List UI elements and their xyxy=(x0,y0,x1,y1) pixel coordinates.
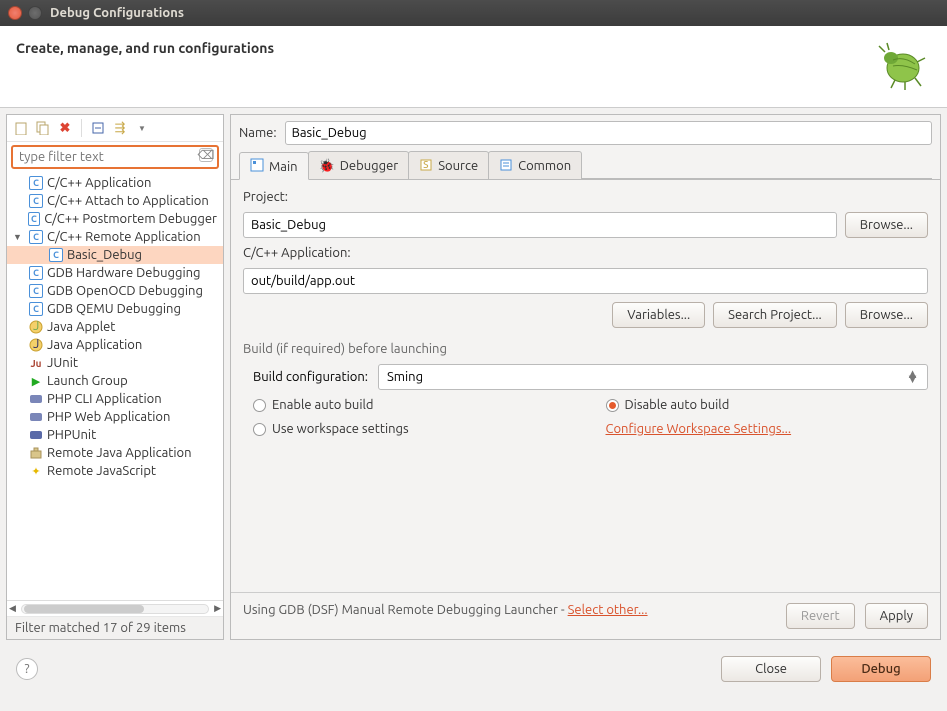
window-titlebar: Debug Configurations xyxy=(0,0,947,26)
tree-item[interactable]: JJava Applet xyxy=(7,318,223,336)
duplicate-config-icon[interactable] xyxy=(35,120,51,136)
name-label: Name: xyxy=(239,126,277,140)
new-config-icon[interactable] xyxy=(13,120,29,136)
app-label: C/C++ Application: xyxy=(243,246,928,260)
debugger-tab-icon: 🐞 xyxy=(319,159,335,174)
debug-button[interactable]: Debug xyxy=(831,656,931,682)
svg-text:J: J xyxy=(33,320,39,333)
main-tab-icon xyxy=(250,158,264,175)
svg-text:J: J xyxy=(33,338,39,351)
variables-button[interactable]: Variables... xyxy=(612,302,705,328)
config-tree[interactable]: CC/C++ ApplicationCC/C++ Attach to Appli… xyxy=(7,172,223,600)
tree-item[interactable]: PHP CLI Application xyxy=(7,390,223,408)
common-tab-icon xyxy=(499,158,513,175)
tree-item[interactable]: CC/C++ Postmortem Debugger xyxy=(7,210,223,228)
tree-item[interactable]: PHP Web Application xyxy=(7,408,223,426)
tab-source[interactable]: sSource xyxy=(408,151,489,179)
app-browse-button[interactable]: Browse... xyxy=(845,302,928,328)
tree-item[interactable]: JuJUnit xyxy=(7,354,223,372)
combo-arrows-icon: ▲▼ xyxy=(906,372,919,382)
tree-item[interactable]: ▼CC/C++ Remote Application xyxy=(7,228,223,246)
window-close-button[interactable] xyxy=(8,6,22,20)
tree-item[interactable]: ✦Remote JavaScript xyxy=(7,462,223,480)
tab-common[interactable]: Common xyxy=(488,151,582,179)
collapse-all-icon[interactable] xyxy=(90,120,106,136)
dialog-footer: ? Close Debug xyxy=(0,646,947,696)
filter-input[interactable] xyxy=(11,145,219,169)
clear-filter-icon[interactable]: ⌫ xyxy=(199,148,213,162)
config-form-pane: Name: Main 🐞Debugger sSource Common Proj… xyxy=(230,114,941,640)
window-title: Debug Configurations xyxy=(50,6,184,20)
tab-bar: Main 🐞Debugger sSource Common xyxy=(231,151,940,180)
tree-item[interactable]: Remote Java Application xyxy=(7,444,223,462)
delete-config-icon[interactable]: ✖ xyxy=(57,120,73,136)
help-icon[interactable]: ? xyxy=(16,658,38,680)
tree-item[interactable]: PHPUnit xyxy=(7,426,223,444)
tree-item-child[interactable]: CBasic_Debug xyxy=(7,246,223,264)
radio-use-workspace[interactable]: Use workspace settings xyxy=(253,422,576,436)
build-config-label: Build configuration: xyxy=(253,370,368,384)
window-minimize-button[interactable] xyxy=(28,6,42,20)
search-project-button[interactable]: Search Project... xyxy=(713,302,837,328)
tab-main[interactable]: Main xyxy=(239,152,309,180)
tree-item[interactable]: ▶Launch Group xyxy=(7,372,223,390)
config-tree-pane: ✖ ⇶ ▼ ⌫ CC/C++ ApplicationCC/C++ Attach … xyxy=(6,114,224,640)
build-section-label: Build (if required) before launching xyxy=(243,342,928,356)
filter-menu-icon[interactable]: ⇶ xyxy=(112,120,128,136)
tree-h-scrollbar[interactable]: ◀ ▶ xyxy=(7,600,223,616)
build-config-combo[interactable]: Sming ▲▼ xyxy=(378,364,928,390)
source-tab-icon: s xyxy=(419,158,433,175)
project-label: Project: xyxy=(243,190,928,204)
select-other-link[interactable]: Select other... xyxy=(568,603,648,617)
radio-enable-auto-build[interactable]: Enable auto build xyxy=(253,398,576,412)
close-button[interactable]: Close xyxy=(721,656,821,682)
tree-item[interactable]: CGDB Hardware Debugging xyxy=(7,264,223,282)
configure-workspace-link[interactable]: Configure Workspace Settings... xyxy=(606,422,792,436)
tree-item[interactable]: CC/C++ Attach to Application xyxy=(7,192,223,210)
filter-dropdown-icon[interactable]: ▼ xyxy=(134,120,150,136)
radio-disable-auto-build[interactable]: Disable auto build xyxy=(606,398,929,412)
launcher-text: Using GDB (DSF) Manual Remote Debugging … xyxy=(243,603,648,617)
bug-icon xyxy=(871,40,931,93)
tab-debugger[interactable]: 🐞Debugger xyxy=(308,151,410,179)
project-browse-button[interactable]: Browse... xyxy=(845,212,928,238)
svg-text:s: s xyxy=(423,158,429,171)
filter-status: Filter matched 17 of 29 items xyxy=(7,616,223,639)
tree-item[interactable]: CC/C++ Application xyxy=(7,174,223,192)
revert-button[interactable]: Revert xyxy=(786,603,855,629)
app-input[interactable] xyxy=(243,268,928,294)
header-title: Create, manage, and run configurations xyxy=(16,40,274,56)
tree-toolbar: ✖ ⇶ ▼ xyxy=(7,115,223,142)
name-input[interactable] xyxy=(285,121,932,145)
tree-item[interactable]: JJava Application xyxy=(7,336,223,354)
tree-item[interactable]: CGDB QEMU Debugging xyxy=(7,300,223,318)
dialog-header: Create, manage, and run configurations xyxy=(0,26,947,108)
tree-item[interactable]: CGDB OpenOCD Debugging xyxy=(7,282,223,300)
project-input[interactable] xyxy=(243,212,837,238)
apply-button[interactable]: Apply xyxy=(865,603,928,629)
